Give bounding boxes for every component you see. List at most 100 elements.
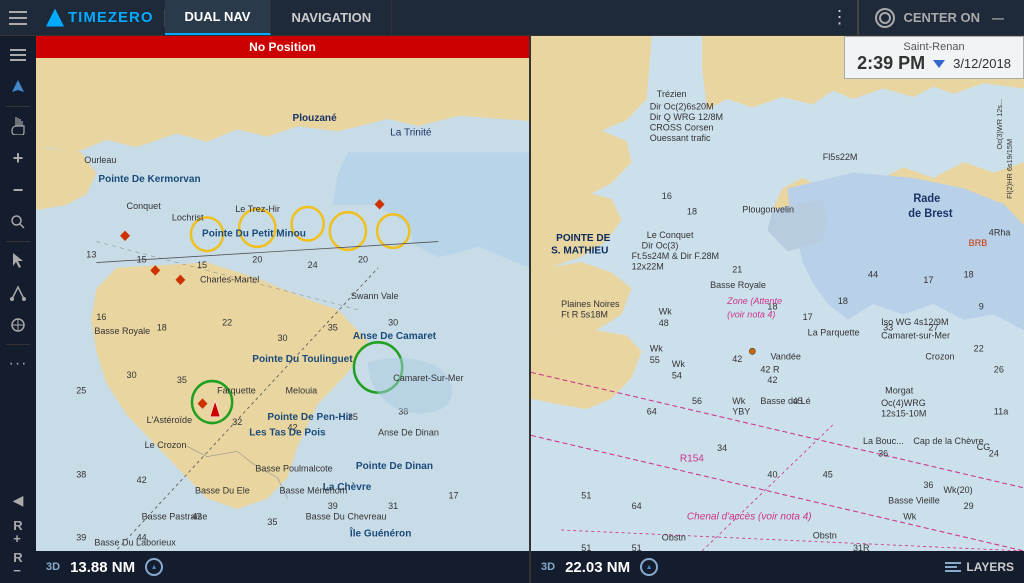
svg-text:R154: R154 [680, 453, 704, 464]
svg-text:Ourleau: Ourleau [84, 155, 116, 165]
sidebar-btn-search[interactable] [3, 207, 33, 237]
svg-text:40: 40 [767, 469, 777, 479]
svg-text:Wk: Wk [732, 396, 745, 406]
minimize-button[interactable]: — [988, 8, 1008, 28]
svg-text:Trézien: Trézien [657, 89, 687, 99]
svg-text:Cap de la Chèvre: Cap de la Chèvre [913, 436, 983, 446]
svg-text:Dir Oc(2)6s20M: Dir Oc(2)6s20M [650, 101, 714, 111]
svg-text:Basse Du Ele: Basse Du Ele [195, 485, 250, 495]
svg-text:30: 30 [127, 370, 137, 380]
svg-text:Charles-Martel: Charles-Martel [200, 274, 259, 284]
svg-text:39: 39 [328, 501, 338, 511]
svg-text:27: 27 [928, 322, 938, 332]
left-chart-compass[interactable]: ▲ [145, 558, 163, 576]
svg-text:30: 30 [388, 317, 398, 327]
left-chart-statusbar: 3D 13.88 NM ▲ [36, 551, 529, 583]
svg-text:YBY: YBY [732, 406, 750, 416]
sidebar-btn-waypoint[interactable] [3, 310, 33, 340]
svg-text:51: 51 [632, 543, 642, 551]
svg-text:42: 42 [137, 475, 147, 485]
right-chart-canvas[interactable]: R154 Fl5s22M 16 18 21 18 17 18 44 17 18 … [531, 36, 1024, 551]
svg-text:25: 25 [76, 385, 86, 395]
left-chart-mode: 3D [46, 561, 60, 573]
svg-text:Vandée: Vandée [770, 352, 801, 362]
brand-name: TIMEZERO [68, 9, 154, 26]
sidebar-btn-zoom-r-plus[interactable]: R+ [3, 517, 33, 547]
nav-tabs: DUAL NAV NAVIGATION [165, 0, 393, 35]
right-chart-compass[interactable]: ▲ [640, 558, 658, 576]
svg-text:Oc(3)WR 12s...: Oc(3)WR 12s... [995, 99, 1004, 150]
main-area: + − ··· ◀ R+ R− No Position [0, 36, 1024, 583]
sidebar-btn-menu[interactable] [3, 40, 33, 70]
svg-text:Zone (Attente: Zone (Attente [726, 296, 782, 306]
sidebar-btn-zoom-out[interactable]: − [3, 175, 33, 205]
svg-text:Farquette: Farquette [217, 385, 256, 395]
svg-text:Wk: Wk [903, 511, 916, 521]
svg-text:35: 35 [348, 412, 358, 422]
svg-text:39: 39 [76, 532, 86, 542]
svg-text:Pointe De Pen-Hir: Pointe De Pen-Hir [267, 412, 352, 423]
right-chart-pane[interactable]: Saint-Renan 2:39 PM 3/12/2018 [531, 36, 1024, 583]
sidebar-btn-zoom-r-minus[interactable]: R− [3, 549, 33, 579]
svg-text:42: 42 [288, 422, 298, 432]
svg-text:64: 64 [632, 501, 642, 511]
svg-text:51: 51 [581, 490, 591, 500]
svg-text:Dir Q WRG 12/8M: Dir Q WRG 12/8M [650, 112, 723, 122]
tab-dual-nav[interactable]: DUAL NAV [165, 0, 272, 35]
hamburger-menu[interactable] [0, 0, 36, 36]
svg-text:54: 54 [672, 370, 682, 380]
more-options-button[interactable]: ⋮ [821, 0, 857, 36]
svg-text:44: 44 [137, 532, 147, 542]
svg-text:16: 16 [96, 312, 106, 322]
svg-text:15: 15 [137, 254, 147, 264]
saint-renan-panel: Saint-Renan 2:39 PM 3/12/2018 [844, 36, 1024, 79]
svg-text:Ft.5s24M & Dir F.28M: Ft.5s24M & Dir F.28M [632, 251, 719, 261]
svg-text:51: 51 [581, 543, 591, 551]
center-on-panel: CENTER ON — [858, 0, 1024, 35]
svg-text:35: 35 [267, 517, 277, 527]
svg-text:18: 18 [767, 301, 777, 311]
svg-text:Anse De Dinan: Anse De Dinan [378, 427, 439, 437]
left-chart-pane[interactable]: No Position [36, 36, 531, 583]
brand-logo-area: TIMEZERO [36, 9, 165, 27]
svg-text:26: 26 [994, 364, 1004, 374]
header: TIMEZERO DUAL NAV NAVIGATION ⋮ CENTER ON… [0, 0, 1024, 36]
sidebar-btn-cursor[interactable] [3, 246, 33, 276]
svg-text:33: 33 [883, 322, 893, 332]
svg-text:34: 34 [717, 443, 727, 453]
svg-text:S. MATHIEU: S. MATHIEU [551, 245, 608, 256]
svg-text:38: 38 [398, 406, 408, 416]
svg-text:64: 64 [647, 406, 657, 416]
svg-text:Basse Royale: Basse Royale [710, 280, 766, 290]
svg-text:12s15-10M: 12s15-10M [881, 408, 926, 418]
dropdown-arrow-icon[interactable] [933, 60, 945, 68]
left-chart-canvas[interactable]: 13 15 15 20 24 20 16 18 22 30 35 30 25 3… [36, 58, 529, 551]
svg-text:Ouessant trafic: Ouessant trafic [650, 133, 711, 143]
svg-text:Lochrist: Lochrist [172, 212, 204, 222]
svg-text:Basse Vieille: Basse Vieille [888, 496, 940, 506]
svg-text:4Rha: 4Rha [989, 228, 1011, 238]
sidebar-btn-zoom-in[interactable]: + [3, 143, 33, 173]
tab-navigation[interactable]: NAVIGATION [271, 0, 392, 35]
layers-button[interactable]: LAYERS [945, 560, 1014, 574]
svg-text:Le Conquet: Le Conquet [647, 230, 694, 240]
svg-text:36: 36 [878, 448, 888, 458]
center-on-label: CENTER ON [903, 10, 980, 25]
sidebar-btn-route[interactable] [3, 278, 33, 308]
sidebar-btn-more[interactable]: ··· [3, 349, 33, 379]
layers-label: LAYERS [966, 560, 1014, 574]
svg-text:22: 22 [974, 343, 984, 353]
svg-text:Camaret-Sur-Mer: Camaret-Sur-Mer [393, 373, 463, 383]
svg-text:Iso WG 4s12/9M: Iso WG 4s12/9M [881, 317, 948, 327]
current-date: 3/12/2018 [953, 56, 1011, 71]
svg-text:Plouzané: Plouzané [293, 113, 337, 124]
svg-text:CROSS Corsen: CROSS Corsen [650, 122, 714, 132]
sidebar-btn-boat[interactable] [3, 72, 33, 102]
svg-text:16: 16 [662, 191, 672, 201]
svg-text:Obstn: Obstn [662, 532, 686, 542]
sidebar-btn-back[interactable]: ◀ [3, 485, 33, 515]
svg-text:Crozon: Crozon [925, 352, 954, 362]
left-chart-distance: 13.88 NM [70, 559, 135, 576]
svg-text:18: 18 [964, 270, 974, 280]
sidebar-btn-hand[interactable] [3, 111, 33, 141]
